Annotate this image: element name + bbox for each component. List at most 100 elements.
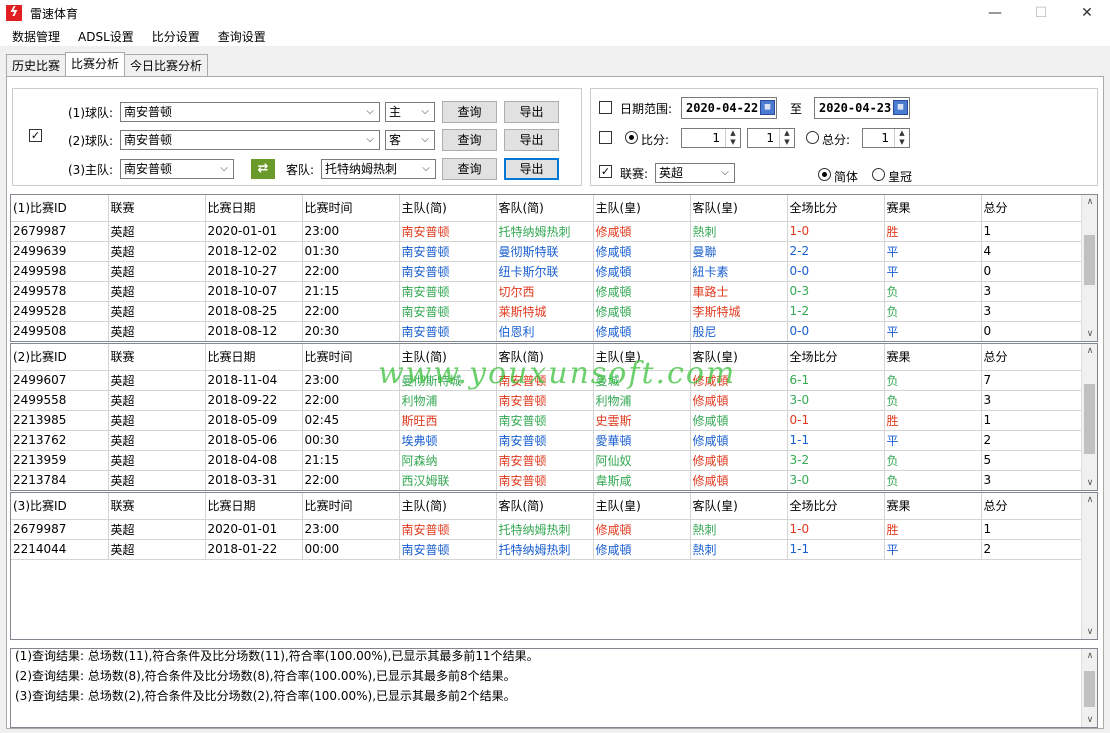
table-row[interactable]: 2213784 英超 2018-03-31 22:00 西汉姆联 南安普顿 韋斯咸 修咸頓 3-…	[11, 470, 1083, 490]
query1-button[interactable]: 查询	[442, 101, 497, 123]
query-checkbox[interactable]: ✓	[29, 129, 42, 142]
simplified-radio[interactable]	[818, 168, 831, 181]
scroll-down-icon[interactable]: ∨	[1082, 329, 1097, 339]
column-header[interactable]: 比赛日期	[205, 344, 303, 371]
export2-button[interactable]: 导出	[504, 129, 559, 151]
table-row[interactable]: 2499639 英超 2018-12-02 01:30 南安普顿 曼彻斯特联 修咸頓 曼聯 2-…	[11, 241, 1083, 262]
column-header[interactable]: 全场比分	[787, 344, 885, 371]
date-from-picker[interactable]: 2020-04-22 ▦	[681, 97, 777, 119]
scroll-down-icon[interactable]: ∨	[1082, 627, 1097, 637]
home-team-select[interactable]: 南安普顿 ⌵	[120, 159, 234, 179]
column-header[interactable]: 主队(简)	[399, 493, 497, 520]
results-grid-1[interactable]: (1)比赛ID 联赛 比赛日期 比赛时间 主队(简) 客队(简) 主队(皇) 客队(皇) 全场比…	[10, 194, 1098, 342]
table-row[interactable]: 2499528 英超 2018-08-25 22:00 南安普顿 莱斯特城 修咸頓 李斯特城 1…	[11, 301, 1083, 322]
league-select[interactable]: 英超 ⌵	[655, 163, 735, 183]
menu-score-settings[interactable]: 比分设置	[146, 28, 206, 45]
column-header[interactable]: 赛果	[884, 493, 982, 520]
table-row[interactable]: 2499598 英超 2018-10-27 22:00 南安普顿 纽卡斯尔联 修咸頓 紐卡素 0…	[11, 261, 1083, 282]
swap-teams-icon[interactable]: ⇄	[251, 159, 275, 179]
column-header[interactable]: 全场比分	[787, 195, 885, 222]
column-header[interactable]: 主队(皇)	[593, 195, 691, 222]
query2-button[interactable]: 查询	[442, 129, 497, 151]
score-radio[interactable]	[625, 131, 638, 144]
column-header[interactable]: 联赛	[108, 493, 206, 520]
column-header[interactable]: 客队(皇)	[690, 493, 788, 520]
column-header[interactable]: 比赛日期	[205, 195, 303, 222]
table-cell: 3	[981, 301, 1083, 322]
query3-button[interactable]: 查询	[442, 158, 497, 180]
menu-adsl-settings[interactable]: ADSL设置	[72, 28, 140, 45]
table-row[interactable]: 2679987 英超 2020-01-01 23:00 南安普顿 托特纳姆热刺 修咸頓 熱刺 1…	[11, 519, 1083, 540]
column-header[interactable]: 总分	[981, 493, 1083, 520]
scroll-down-icon[interactable]: ∨	[1082, 715, 1097, 725]
column-header[interactable]: 比赛时间	[302, 195, 400, 222]
close-button[interactable]: ✕	[1064, 0, 1110, 26]
column-header[interactable]: 比赛时间	[302, 493, 400, 520]
column-header[interactable]: 全场比分	[787, 493, 885, 520]
query-log[interactable]: (1)查询结果: 总场数(11),符合条件及比分场数(11),符合率(100.0…	[10, 648, 1098, 728]
total-radio[interactable]	[806, 131, 819, 144]
spinner-arrows-icon[interactable]: ▲ ▼	[894, 129, 909, 147]
column-header[interactable]: 客队(简)	[496, 493, 594, 520]
table-cell: 7	[981, 370, 1083, 391]
column-header[interactable]: 客队(皇)	[690, 195, 788, 222]
column-header[interactable]: 赛果	[884, 195, 982, 222]
score-filter-checkbox[interactable]	[599, 131, 612, 144]
total-spinner[interactable]: 1 ▲ ▼	[862, 128, 910, 148]
column-header[interactable]: (2)比赛ID	[11, 344, 109, 371]
scroll-up-icon[interactable]: ∧	[1082, 651, 1097, 661]
table-row[interactable]: 2679987 英超 2020-01-01 23:00 南安普顿 托特纳姆热刺 修咸頓 熱刺 1…	[11, 221, 1083, 242]
export3-button[interactable]: 导出	[504, 158, 559, 180]
spinner-arrows-icon[interactable]: ▲ ▼	[725, 129, 740, 147]
menu-query-settings[interactable]: 查询设置	[212, 28, 272, 45]
team2-side-select[interactable]: 客 ⌵	[385, 130, 435, 150]
column-header[interactable]: 联赛	[108, 195, 206, 222]
minimize-button[interactable]: —	[972, 0, 1018, 26]
column-header[interactable]: 联赛	[108, 344, 206, 371]
scroll-up-icon[interactable]: ∧	[1082, 346, 1097, 356]
team1-side-select[interactable]: 主 ⌵	[385, 102, 435, 122]
column-header[interactable]: (1)比赛ID	[11, 195, 109, 222]
spinner-arrows-icon[interactable]: ▲ ▼	[779, 129, 794, 147]
scroll-down-icon[interactable]: ∨	[1082, 478, 1097, 488]
grid2-scrollbar[interactable]: ∧ ∨	[1081, 344, 1097, 490]
team2-select[interactable]: 南安普顿 ⌵	[120, 130, 380, 150]
away-team-select[interactable]: 托特纳姆热刺 ⌵	[321, 159, 436, 179]
grid1-scrollbar[interactable]: ∧ ∨	[1081, 195, 1097, 341]
score-away-spinner[interactable]: 1 ▲ ▼	[747, 128, 795, 148]
column-header[interactable]: 总分	[981, 195, 1083, 222]
tab-history[interactable]: 历史比赛	[6, 54, 67, 76]
column-header[interactable]: 比赛日期	[205, 493, 303, 520]
league-checkbox[interactable]: ✓	[599, 165, 612, 178]
column-header[interactable]: (3)比赛ID	[11, 493, 109, 520]
log-scrollbar[interactable]: ∧ ∨	[1081, 649, 1097, 727]
table-row[interactable]: 2213959 英超 2018-04-08 21:15 阿森纳 南安普顿 阿仙奴 修咸頓 3-2…	[11, 450, 1083, 471]
export1-button[interactable]: 导出	[504, 101, 559, 123]
column-header[interactable]: 赛果	[884, 344, 982, 371]
table-row[interactable]: 2213762 英超 2018-05-06 00:30 埃弗顿 南安普顿 愛華頓 修咸頓 1-1…	[11, 430, 1083, 451]
scroll-up-icon[interactable]: ∧	[1082, 197, 1097, 207]
menu-data-management[interactable]: 数据管理	[6, 28, 66, 45]
table-row[interactable]: 2499508 英超 2018-08-12 20:30 南安普顿 伯恩利 修咸頓 般尼 0-0 平…	[11, 321, 1083, 341]
grid3-scrollbar[interactable]: ∧ ∨	[1081, 493, 1097, 639]
table-row[interactable]: 2499558 英超 2018-09-22 22:00 利物浦 南安普顿 利物浦 修咸頓 3-0…	[11, 390, 1083, 411]
column-header[interactable]: 客队(简)	[496, 195, 594, 222]
table-row[interactable]: 2214044 英超 2018-01-22 00:00 南安普顿 托特纳姆热刺 修咸頓 熱刺 1…	[11, 539, 1083, 560]
maximize-button[interactable]: ☐	[1018, 0, 1064, 26]
column-header[interactable]: 主队(皇)	[593, 493, 691, 520]
tab-today-analysis[interactable]: 今日比赛分析	[124, 54, 209, 76]
column-header[interactable]: 总分	[981, 344, 1083, 371]
chevron-down-icon: ⌵	[421, 106, 429, 117]
crown-radio[interactable]	[872, 168, 885, 181]
results-grid-3[interactable]: (3)比赛ID 联赛 比赛日期 比赛时间 主队(简) 客队(简) 主队(皇) 客队(皇) 全场比…	[10, 492, 1098, 640]
scroll-up-icon[interactable]: ∧	[1082, 495, 1097, 505]
table-row[interactable]: 2213985 英超 2018-05-09 02:45 斯旺西 南安普顿 史雲斯 修咸頓 0-1…	[11, 410, 1083, 431]
date-to-picker[interactable]: 2020-04-23 ▦	[814, 97, 910, 119]
team1-select[interactable]: 南安普顿 ⌵	[120, 102, 380, 122]
table-row[interactable]: 2499578 英超 2018-10-07 21:15 南安普顿 切尔西 修咸頓 車路士 0-3…	[11, 281, 1083, 302]
table-cell: 英超	[108, 370, 206, 391]
tab-match-analysis[interactable]: 比赛分析	[65, 52, 126, 76]
date-range-checkbox[interactable]	[599, 101, 612, 114]
score-home-spinner[interactable]: 1 ▲ ▼	[681, 128, 741, 148]
column-header[interactable]: 主队(简)	[399, 195, 497, 222]
